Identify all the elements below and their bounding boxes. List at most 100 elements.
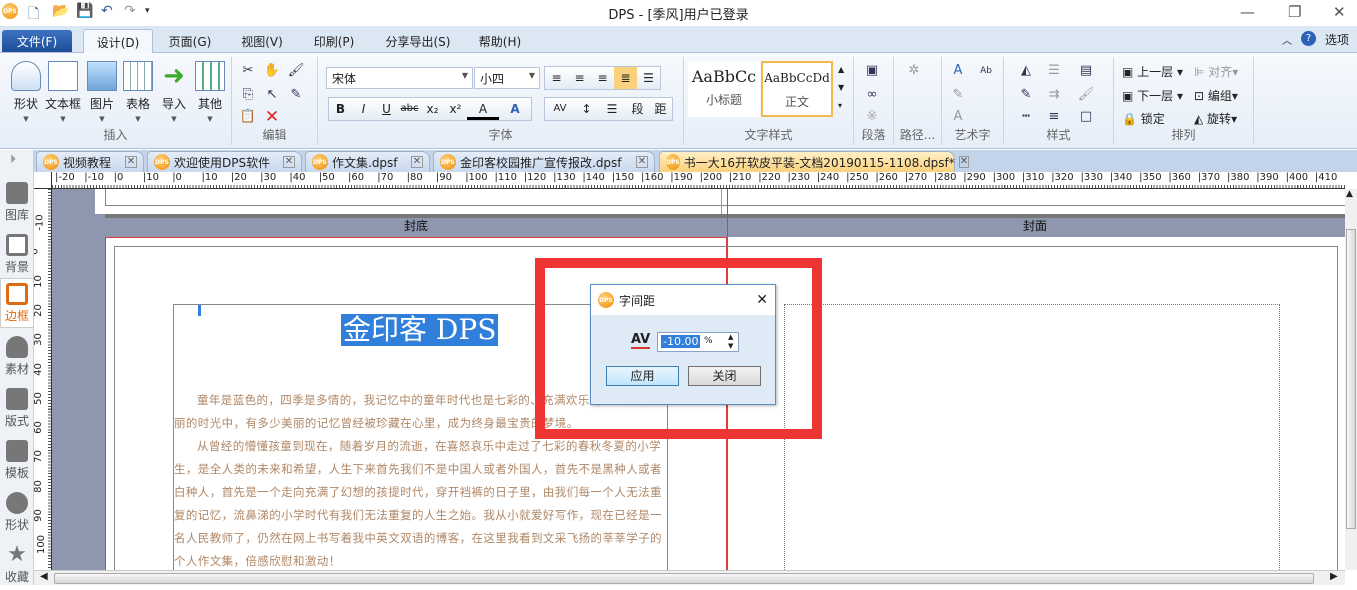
paste-icon[interactable]: 📋 bbox=[238, 107, 258, 127]
expand-sidebar-icon[interactable]: ⏵ bbox=[10, 152, 16, 167]
doc-tab[interactable]: DPS 作文集.dpsf ✕ bbox=[305, 151, 430, 172]
wordart-shadow-icon[interactable]: A bbox=[948, 107, 968, 127]
sidebar-item-layout[interactable]: 版式 bbox=[0, 384, 34, 434]
strikethrough-button[interactable]: abc bbox=[398, 98, 421, 120]
brush-icon[interactable]: 🖌 bbox=[1076, 85, 1096, 105]
group-button[interactable]: ⊡ 编组▾ bbox=[1194, 87, 1238, 104]
sidebar-item-background[interactable]: 背景 bbox=[0, 230, 34, 280]
style-body[interactable]: AaBbCcDd 正文 bbox=[761, 61, 833, 117]
paragraph[interactable]: 从曾经的懵懂孩童到现在，随着岁月的流逝，在喜怒哀乐中走过了七彩的春秋冬夏的小学生… bbox=[174, 435, 668, 570]
align-center-icon[interactable]: ≡ bbox=[568, 67, 591, 89]
collapse-ribbon-icon[interactable]: ︿ bbox=[1282, 32, 1292, 47]
file-menu[interactable]: 文件(F) bbox=[2, 30, 72, 52]
align-button[interactable]: ⊫ 对齐▾ bbox=[1194, 63, 1238, 80]
link-icon[interactable]: ∞ bbox=[862, 85, 882, 105]
format-painter-icon[interactable]: 🖌 bbox=[286, 61, 306, 81]
magic-icon[interactable]: ✎ bbox=[286, 85, 306, 105]
import-button[interactable]: ➜ 导入 ▼ bbox=[156, 61, 192, 123]
close-dialog-button[interactable]: 关闭 bbox=[688, 366, 761, 386]
close-tab-icon[interactable]: ✕ bbox=[958, 156, 970, 168]
sidebar-item-gallery[interactable]: 图库 bbox=[0, 178, 34, 228]
doc-tab[interactable]: DPS 视频教程 ✕ bbox=[36, 151, 144, 172]
doc-tab[interactable]: DPS 金印客校园推广宣传报改.dpsf ✕ bbox=[433, 151, 655, 172]
style-scroll-icon[interactable]: ▲ ▼ ▾ bbox=[838, 61, 844, 115]
insert-textbox-button[interactable]: 文本框 ▼ bbox=[45, 61, 81, 123]
close-tab-icon[interactable]: ✕ bbox=[283, 156, 295, 168]
sidebar-item-favorites[interactable]: ★ 收藏 bbox=[0, 540, 34, 590]
horizontal-scrollbar[interactable]: ◀ ▶ bbox=[34, 570, 1345, 585]
send-backward-button[interactable]: ▣ 下一层 ▾ bbox=[1122, 87, 1183, 104]
front-cover-textbox[interactable] bbox=[784, 304, 1280, 570]
sidebar-item-border[interactable]: 边框 bbox=[0, 278, 34, 328]
path-icon[interactable]: ✲ bbox=[904, 61, 924, 81]
vertical-ruler[interactable]: -10 0 10 20 30 40 50 60 70 80 90 100 bbox=[34, 189, 52, 570]
other-button[interactable]: 其他 ▼ bbox=[192, 61, 228, 123]
scrollbar-thumb[interactable] bbox=[54, 573, 1314, 584]
font-name-select[interactable]: 宋体 ▼ bbox=[326, 67, 473, 89]
apply-button[interactable]: 应用 bbox=[606, 366, 679, 386]
close-tab-icon[interactable]: ✕ bbox=[636, 156, 648, 168]
spacing-input[interactable]: -10.00 % ▲ ▼ bbox=[657, 332, 739, 352]
cut-icon[interactable]: ✂ bbox=[238, 61, 258, 81]
tab-print[interactable]: 印刷(P) bbox=[304, 29, 364, 53]
tab-page[interactable]: 页面(G) bbox=[160, 29, 220, 53]
options-menu[interactable]: 选项 bbox=[1325, 31, 1349, 48]
insert-shape-button[interactable]: 形状 ▼ bbox=[8, 61, 44, 123]
help-icon[interactable]: ? bbox=[1301, 31, 1316, 46]
italic-button[interactable]: I bbox=[352, 98, 375, 120]
tab-help[interactable]: 帮助(H) bbox=[470, 29, 530, 53]
bring-forward-button[interactable]: ▣ 上一层 ▾ bbox=[1122, 63, 1183, 80]
copy-icon[interactable]: ⎘ bbox=[238, 85, 258, 105]
tab-design[interactable]: 设计(D) bbox=[83, 29, 153, 53]
wordart-style-icon[interactable]: ✎ bbox=[948, 85, 968, 105]
scroll-right-icon[interactable]: ▶ bbox=[1330, 571, 1338, 582]
scroll-up-icon[interactable]: ▲ bbox=[1346, 189, 1353, 199]
insert-image-button[interactable]: 图片 ▼ bbox=[84, 61, 120, 123]
doc-tab-active[interactable]: DPS 书一大16开软皮平装-文档20190115-1108.dpsf* ✕ bbox=[659, 151, 970, 172]
close-tab-icon[interactable]: ✕ bbox=[125, 156, 137, 168]
horizontal-ruler[interactable]: |-20 |-10 |0 |10 |0 |10 |20 |30 |40 |50 |60 |70 |80 |… bbox=[52, 172, 1345, 189]
restore-button[interactable]: ❐ bbox=[1288, 3, 1301, 21]
text-frame-icon[interactable]: ▣ bbox=[862, 61, 882, 81]
spacing-button[interactable]: 距 bbox=[649, 98, 672, 120]
lock-button[interactable]: 🔒 锁定 bbox=[1122, 110, 1165, 127]
dialog-close-icon[interactable]: ✕ bbox=[756, 292, 768, 308]
superscript-button[interactable]: x² bbox=[444, 98, 467, 120]
hand-icon[interactable]: ✋ bbox=[262, 61, 282, 81]
text-effect-button[interactable]: A bbox=[499, 98, 531, 120]
justify-icon[interactable]: ≣ bbox=[614, 67, 637, 89]
subscript-button[interactable]: x₂ bbox=[421, 98, 444, 120]
indent-icon[interactable]: ☰ bbox=[1044, 61, 1064, 81]
doc-tab[interactable]: DPS 欢迎使用DPS软件 ✕ bbox=[147, 151, 302, 172]
spin-buttons[interactable]: ▲ ▼ bbox=[728, 333, 733, 351]
sidebar-item-shape[interactable]: 形状 bbox=[0, 488, 34, 538]
line-color-icon[interactable]: ✎ bbox=[1016, 85, 1036, 105]
shadow-icon[interactable]: ▤ bbox=[1076, 61, 1096, 81]
scroll-left-icon[interactable]: ◀ bbox=[40, 571, 48, 582]
tab-share-export[interactable]: 分享导出(S) bbox=[378, 29, 458, 53]
char-spacing-icon[interactable]: AV bbox=[545, 98, 575, 120]
sidebar-item-material[interactable]: 素材 bbox=[0, 332, 34, 382]
pointer-icon[interactable]: ↖ bbox=[262, 85, 282, 105]
tab-view[interactable]: 视图(V) bbox=[232, 29, 292, 53]
rotate-button[interactable]: ◭ 旋转▾ bbox=[1194, 110, 1237, 127]
selected-heading[interactable]: 金印客 DPS bbox=[341, 314, 499, 346]
font-color-button[interactable]: A bbox=[467, 98, 499, 120]
insert-table-button[interactable]: 表格 ▼ bbox=[120, 61, 156, 123]
unlink-icon[interactable]: ※ bbox=[862, 107, 882, 127]
dash-style-icon[interactable]: ┅ bbox=[1016, 107, 1036, 127]
text-direction-icon[interactable]: Ab bbox=[976, 61, 996, 81]
fill-color-icon[interactable]: ◭ bbox=[1016, 61, 1036, 81]
distribute-icon[interactable]: ☰ bbox=[637, 67, 660, 89]
align-right-icon[interactable]: ≡ bbox=[591, 67, 614, 89]
align-left-icon[interactable]: ≡ bbox=[545, 67, 568, 89]
font-size-select[interactable]: 小四 ▼ bbox=[474, 67, 540, 89]
close-button[interactable]: ✕ bbox=[1333, 3, 1346, 21]
arrow-style-icon[interactable]: ⇉ bbox=[1044, 85, 1064, 105]
border-icon[interactable]: □ bbox=[1076, 107, 1096, 127]
bold-button[interactable]: B bbox=[329, 98, 352, 120]
delete-icon[interactable]: ✕ bbox=[262, 107, 282, 127]
sidebar-item-template[interactable]: 模板 bbox=[0, 436, 34, 486]
style-subheading[interactable]: AaBbCc 小标题 bbox=[688, 61, 760, 117]
line-spacing-icon[interactable]: ↕ bbox=[575, 98, 598, 120]
